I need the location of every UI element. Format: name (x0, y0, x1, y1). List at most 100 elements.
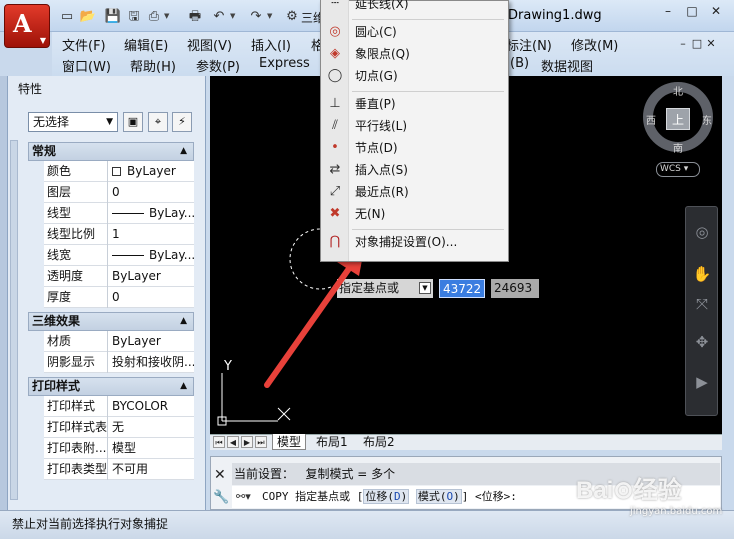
osnap-menu-item[interactable]: 插入点(S) (350, 160, 508, 180)
option-mode[interactable]: 模式(O) (415, 489, 462, 504)
orbit-icon[interactable]: ✥ (690, 330, 714, 354)
showmotion-icon[interactable]: ▶ (690, 370, 714, 394)
coordinate-y-input[interactable]: 24693 (491, 279, 539, 298)
property-value[interactable]: 模型 (110, 438, 194, 459)
property-value[interactable]: BYCOLOR (110, 396, 194, 417)
option-displacement[interactable]: 位移(D) (363, 489, 410, 504)
menu-file[interactable]: 文件(F) (62, 35, 106, 54)
menu-insert[interactable]: 插入(I) (251, 35, 291, 54)
command-prompt-icon[interactable]: ⚯▾ (236, 490, 251, 503)
wrench-icon[interactable]: 🔧 (213, 490, 229, 505)
property-row[interactable]: 图层 0 (44, 182, 194, 203)
osnap-menu-item[interactable]: 最近点(R) (350, 182, 508, 202)
osnap-menu-item[interactable]: 平行线(L) (350, 116, 508, 136)
property-row[interactable]: 打印表类型 不可用 (44, 459, 194, 480)
open-folder-icon[interactable]: 📂 (79, 9, 97, 25)
undo-icon[interactable]: ↶ (210, 9, 228, 25)
menu-parametric[interactable]: 参数(P) (196, 56, 240, 75)
minimize-button[interactable]: – (656, 4, 680, 20)
tab-layout1[interactable]: 布局1 (312, 434, 352, 450)
menu-edit[interactable]: 编辑(E) (124, 35, 168, 54)
osnap-menu-item[interactable]: 垂直(P) (350, 94, 508, 114)
toggle-pickadd-icon[interactable]: ▣ (123, 112, 143, 132)
property-row[interactable]: 线型比例 1 (44, 224, 194, 245)
select-objects-icon[interactable]: ⌖ (148, 112, 168, 132)
section-header[interactable]: 常规 ▲ (28, 142, 194, 161)
menu-modify[interactable]: 修改(M) (571, 35, 618, 54)
pan-hand-icon[interactable]: ✋ (690, 262, 714, 286)
property-value[interactable]: ByLayer (110, 331, 194, 352)
property-value[interactable]: 0 (110, 182, 194, 203)
property-row[interactable]: 打印样式 BYCOLOR (44, 396, 194, 417)
plot-preview-icon[interactable]: ⎙ (145, 9, 163, 25)
property-row[interactable]: 颜色 ByLayer (44, 161, 194, 182)
property-value[interactable]: ByLayer (110, 161, 194, 182)
menu-b[interactable]: (B) (510, 56, 529, 71)
property-row[interactable]: 透明度 ByLayer (44, 266, 194, 287)
menu-window[interactable]: 窗口(W) (62, 56, 111, 75)
menu-view[interactable]: 视图(V) (187, 35, 232, 54)
property-row[interactable]: 厚度 0 (44, 287, 194, 308)
maximize-button[interactable]: □ (680, 4, 704, 20)
property-value[interactable]: 无 (110, 417, 194, 438)
application-menu-button[interactable]: A ▼ (4, 4, 50, 48)
doc-restore-button[interactable]: □ (690, 37, 704, 50)
last-tab-icon[interactable]: ⏭ (255, 436, 267, 448)
property-row[interactable]: 材质 ByLayer (44, 331, 194, 352)
viewcube-top-face[interactable]: 上 (666, 108, 690, 130)
property-value[interactable]: ByLayer (110, 266, 194, 287)
workspace-gear-icon[interactable]: ⚙ (283, 9, 301, 25)
compass-west[interactable]: 西 (646, 112, 656, 127)
new-file-icon[interactable]: ▭ (58, 9, 76, 25)
osnap-menu-item[interactable]: 圆心(C) (350, 22, 508, 42)
selection-dropdown[interactable]: 无选择 ▼ (28, 112, 118, 132)
osnap-menu-item[interactable]: 延长线(X) (350, 0, 508, 14)
doc-close-button[interactable]: ✕ (704, 37, 718, 50)
print-icon[interactable]: 🖶 (186, 9, 204, 25)
compass-east[interactable]: 东 (702, 112, 712, 127)
property-value[interactable]: ByLay... (110, 203, 194, 224)
menu-express[interactable]: Express (259, 56, 310, 71)
menu-dimension[interactable]: 标注(N) (506, 35, 552, 54)
osnap-menu-item[interactable]: 节点(D) (350, 138, 508, 158)
compass-north[interactable]: 北 (673, 83, 683, 98)
osnap-menu-item[interactable]: 象限点(Q) (350, 44, 508, 64)
property-value[interactable]: 投射和接收阴... (110, 352, 194, 373)
menu-data-view[interactable]: 数据视图 (541, 56, 593, 75)
osnap-menu-item[interactable]: 切点(G) (350, 66, 508, 86)
property-value[interactable]: 1 (110, 224, 194, 245)
compass-south[interactable]: 南 (673, 140, 683, 155)
osnap-menu-item[interactable]: 对象捕捉设置(O)... (350, 232, 508, 252)
close-window-button[interactable]: ✕ (704, 4, 728, 20)
wcs-menu[interactable]: WCS ▾ (656, 162, 700, 177)
next-tab-icon[interactable]: ▶ (241, 436, 253, 448)
save-as-icon[interactable]: 🖫 (125, 9, 143, 25)
caret-down-icon[interactable]: ▼ (267, 12, 272, 20)
chevron-down-icon[interactable]: ▼ (419, 282, 431, 294)
coordinate-x-input[interactable]: 43722 (439, 279, 485, 298)
property-value[interactable]: 0 (110, 287, 194, 308)
osnap-menu-item[interactable]: 无(N) (350, 204, 508, 224)
zoom-extents-icon[interactable]: ⤧ (690, 292, 714, 316)
property-value[interactable]: 不可用 (110, 459, 194, 480)
property-row[interactable]: 打印表附... 模型 (44, 438, 194, 459)
redo-icon[interactable]: ↷ (247, 9, 265, 25)
caret-down-icon[interactable]: ▼ (230, 12, 235, 20)
tab-layout2[interactable]: 布局2 (359, 434, 399, 450)
steering-wheel-icon[interactable]: ◎ (690, 220, 714, 244)
tab-model[interactable]: 模型 (272, 434, 307, 450)
property-row[interactable]: 打印样式表无 (44, 417, 194, 438)
quick-select-icon[interactable]: ⚡ (172, 112, 192, 132)
menu-help[interactable]: 帮助(H) (130, 56, 176, 75)
first-tab-icon[interactable]: ⏮ (213, 436, 225, 448)
doc-minimize-button[interactable]: – (676, 37, 690, 50)
property-value[interactable]: ByLay... (110, 245, 194, 266)
prev-tab-icon[interactable]: ◀ (227, 436, 239, 448)
save-icon[interactable]: 💾 (104, 9, 122, 25)
palette-title-strip[interactable] (0, 76, 8, 516)
section-header[interactable]: 三维效果 ▲ (28, 312, 194, 331)
caret-down-icon[interactable]: ▼ (164, 12, 169, 20)
close-icon[interactable]: ✕ (214, 467, 226, 483)
palette-scrollbar[interactable] (10, 140, 18, 500)
property-row[interactable]: 阴影显示 投射和接收阴... (44, 352, 194, 373)
